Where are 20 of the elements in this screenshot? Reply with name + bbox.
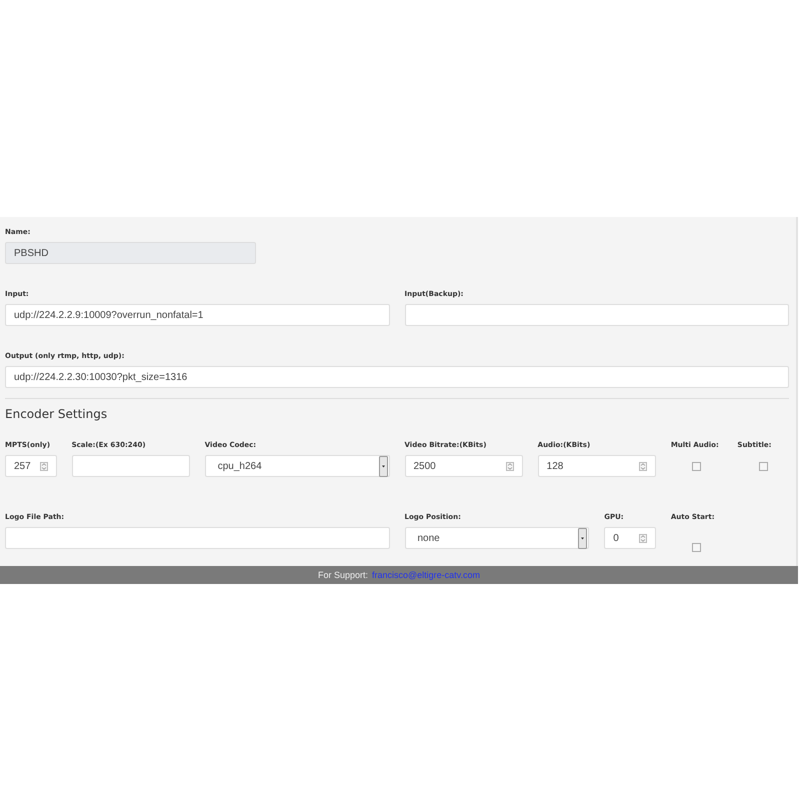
spinner-icon[interactable] bbox=[506, 462, 514, 470]
number-field[interactable]: 128 bbox=[538, 455, 656, 477]
text-field[interactable]: udp://224.2.2.30:10030?pkt_size=1316 bbox=[5, 366, 789, 388]
text-field[interactable]: udp://224.2.2.9:10009?overrun_nonfatal=1 bbox=[5, 304, 390, 326]
checkbox[interactable] bbox=[692, 543, 702, 552]
dropdown[interactable]: cpu_h264 bbox=[204, 455, 390, 477]
dropdown[interactable]: none bbox=[404, 527, 590, 549]
number-field[interactable]: 0 bbox=[604, 527, 656, 549]
spinner-icon[interactable] bbox=[638, 534, 647, 542]
number-field[interactable]: 2500 bbox=[404, 455, 523, 477]
text-field[interactable] bbox=[72, 455, 190, 477]
support-text: For Support: bbox=[318, 570, 368, 580]
text-field[interactable] bbox=[404, 304, 789, 326]
number-field[interactable]: 257 bbox=[5, 455, 57, 477]
spinner-icon[interactable] bbox=[638, 462, 647, 470]
checkbox[interactable] bbox=[758, 462, 768, 470]
spinner-icon[interactable] bbox=[40, 462, 48, 470]
checkbox[interactable] bbox=[692, 462, 702, 470]
section-heading: Encoder Settings bbox=[5, 407, 108, 421]
text-field[interactable] bbox=[5, 527, 390, 549]
